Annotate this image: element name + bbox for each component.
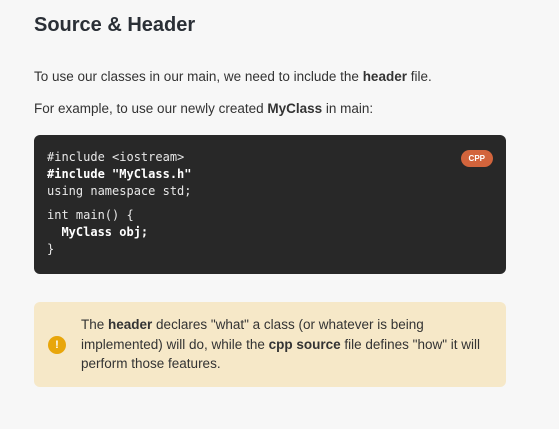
info-callout: ! The header declares "what" a class (or… — [34, 302, 506, 387]
code-line: int main() { — [47, 208, 134, 222]
emphasis-text: header — [362, 69, 407, 84]
example-paragraph: For example, to use our newly created My… — [34, 101, 373, 116]
emphasis-text: header — [108, 317, 153, 332]
emphasis-text: cpp source — [268, 336, 341, 352]
text-segment: The — [81, 317, 109, 332]
text-segment: For example, to use our newly created — [34, 101, 268, 116]
text-segment: To use our classes in our main, we need … — [34, 69, 363, 84]
warning-icon: ! — [48, 336, 66, 354]
callout-text: The header declares "what" a class (or w… — [81, 315, 501, 374]
code-gap — [47, 200, 192, 207]
code-line: #include "MyClass.h" — [47, 167, 192, 181]
code-block: #include <iostream> #include "MyClass.h" u… — [34, 135, 506, 274]
text-segment: in main: — [322, 101, 374, 116]
language-badge: CPP — [460, 150, 493, 167]
intro-paragraph: To use our classes in our main, we need … — [34, 69, 432, 84]
text-segment: file. — [406, 69, 432, 84]
code-line: using namespace std; — [47, 184, 192, 198]
code-line: MyClass obj; — [47, 225, 149, 239]
code-lines: #include <iostream> #include "MyClass.h" u… — [47, 149, 192, 258]
code-line: #include <iostream> — [47, 150, 185, 164]
code-line: } — [47, 242, 55, 256]
emphasis-text: MyClass — [267, 101, 323, 116]
section-title: Source & Header — [34, 14, 196, 36]
